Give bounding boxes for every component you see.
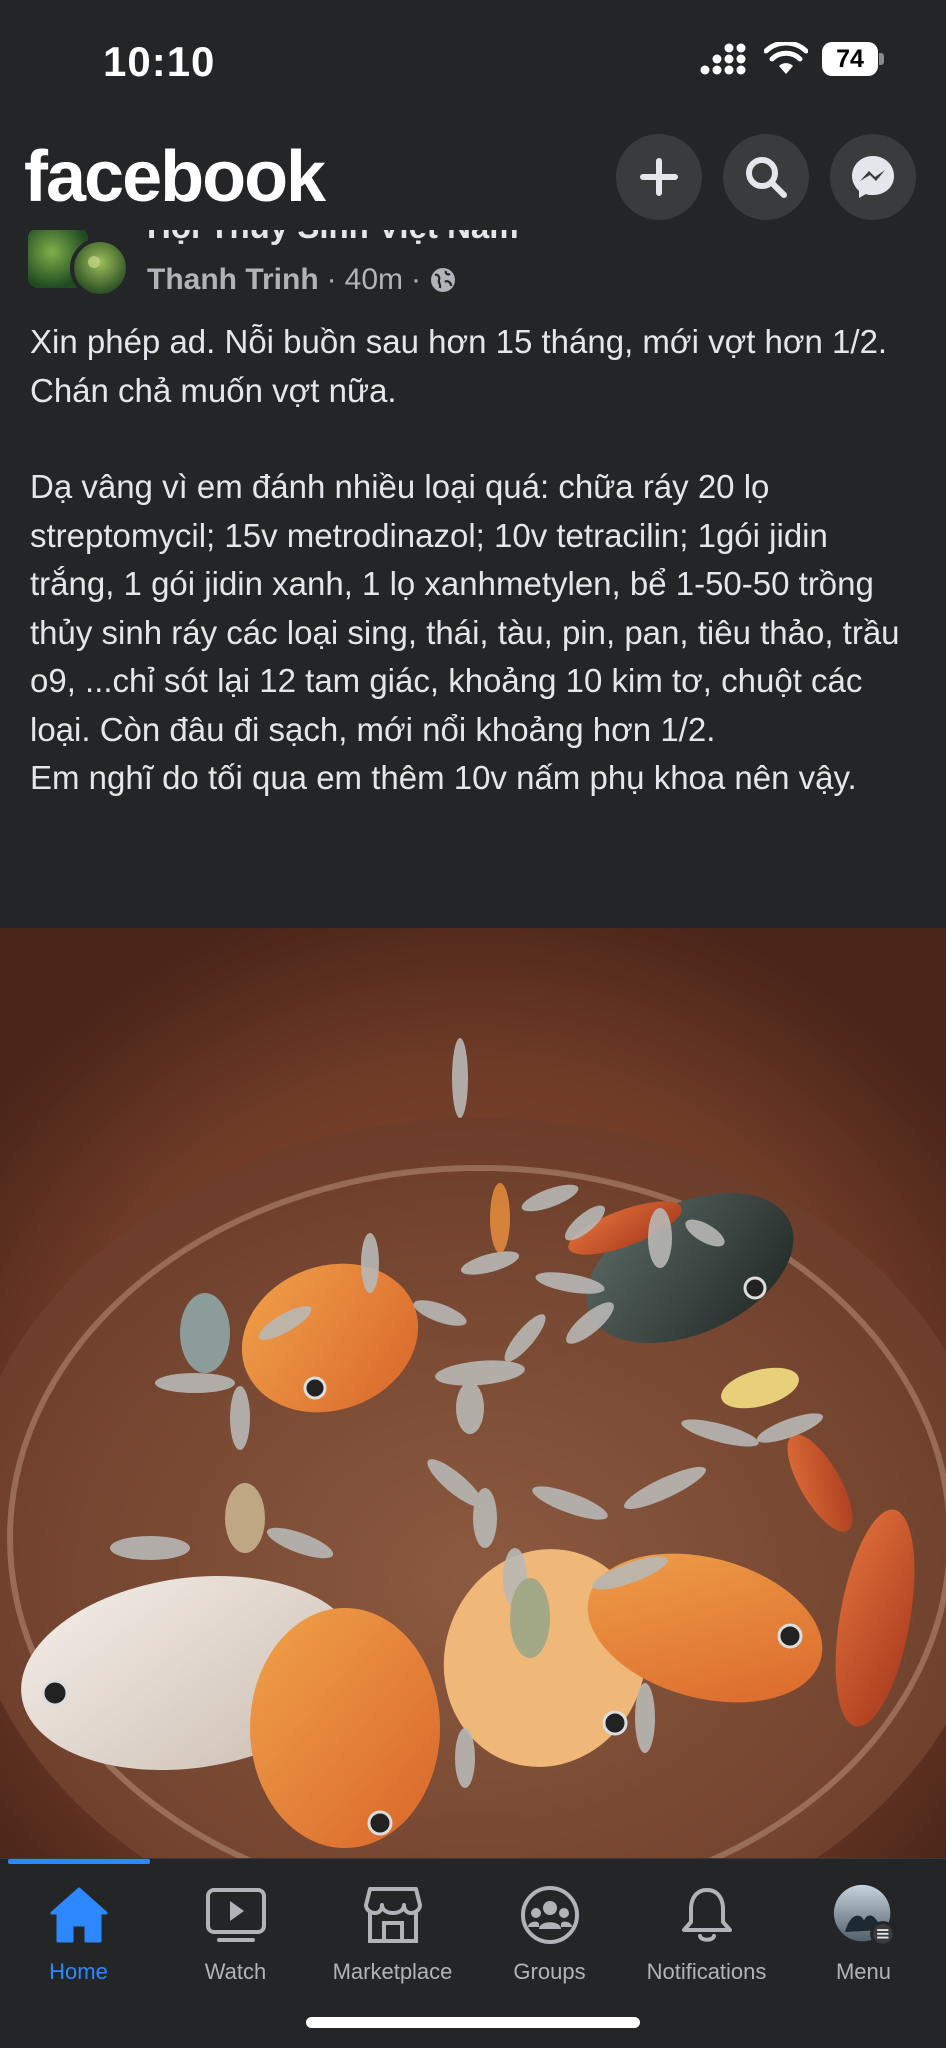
groups-icon <box>520 1886 579 1944</box>
plus-icon <box>640 158 678 196</box>
active-tab-indicator <box>8 1859 150 1864</box>
nav-menu[interactable]: Menu <box>785 1883 942 1985</box>
post-paragraph-3: Em nghĩ do tối qua em thêm 10v nấm phụ k… <box>30 759 857 796</box>
status-bar: 10:10 74 <box>0 0 946 130</box>
post-time[interactable]: 40m <box>345 263 403 297</box>
nav-label-groups: Groups <box>513 1959 586 1984</box>
watch-icon <box>205 1888 266 1942</box>
battery-indicator: 74 <box>822 42 884 76</box>
post-paragraph-2: Dạ vâng vì em đánh nhiều loại quá: chữa … <box>30 468 900 748</box>
nav-notifications[interactable]: Notifications <box>628 1883 785 1985</box>
post-photo[interactable] <box>0 928 946 1858</box>
marketplace-icon <box>363 1887 422 1943</box>
search-icon <box>746 157 787 198</box>
meta-separator: · <box>326 263 337 296</box>
search-button[interactable] <box>723 134 809 220</box>
cellular-signal-icon <box>700 43 746 75</box>
battery-level: 74 <box>822 42 878 76</box>
nav-groups[interactable]: Groups <box>471 1883 628 1985</box>
meta-separator-2: · <box>411 263 422 296</box>
nav-label-marketplace: Marketplace <box>332 1959 453 1984</box>
post-text: Xin phép ad. Nỗi buồn sau hơn 15 tháng, … <box>30 318 920 803</box>
nav-label-notifications: Notifications <box>646 1959 767 1984</box>
nav-marketplace[interactable]: Marketplace <box>314 1883 471 1985</box>
status-time: 10:10 <box>103 38 216 85</box>
author-line: Thanh Trinh · 40m · <box>147 263 457 297</box>
post-paragraph-1: Xin phép ad. Nỗi buồn sau hơn 15 tháng, … <box>30 323 888 409</box>
nav-home[interactable]: Home <box>0 1883 157 1985</box>
bell-icon <box>681 1888 732 1942</box>
author-avatar[interactable] <box>28 230 130 300</box>
app-header: facebook <box>0 130 946 230</box>
create-button[interactable] <box>616 134 702 220</box>
facebook-logo[interactable]: facebook <box>24 136 326 218</box>
home-indicator[interactable] <box>306 2017 640 2028</box>
group-name[interactable]: Hội Thủy Sinh Việt Nam <box>147 230 519 246</box>
battery-tip <box>879 53 884 65</box>
nav-watch[interactable]: Watch <box>157 1883 314 1985</box>
nav-label-home: Home <box>49 1959 108 1984</box>
messenger-button[interactable] <box>830 134 916 220</box>
profile-avatar-icon <box>833 1884 896 1947</box>
globe-icon <box>431 268 456 292</box>
home-icon <box>50 1887 107 1943</box>
wifi-icon <box>764 42 808 74</box>
post-header: Hội Thủy Sinh Việt Nam Thanh Trinh · 40m… <box>0 230 946 305</box>
status-icons: 74 <box>700 42 884 76</box>
messenger-icon <box>852 156 894 198</box>
author-name[interactable]: Thanh Trinh <box>147 263 319 297</box>
nav-label-watch: Watch <box>204 1959 267 1984</box>
nav-label-menu: Menu <box>835 1959 892 1984</box>
